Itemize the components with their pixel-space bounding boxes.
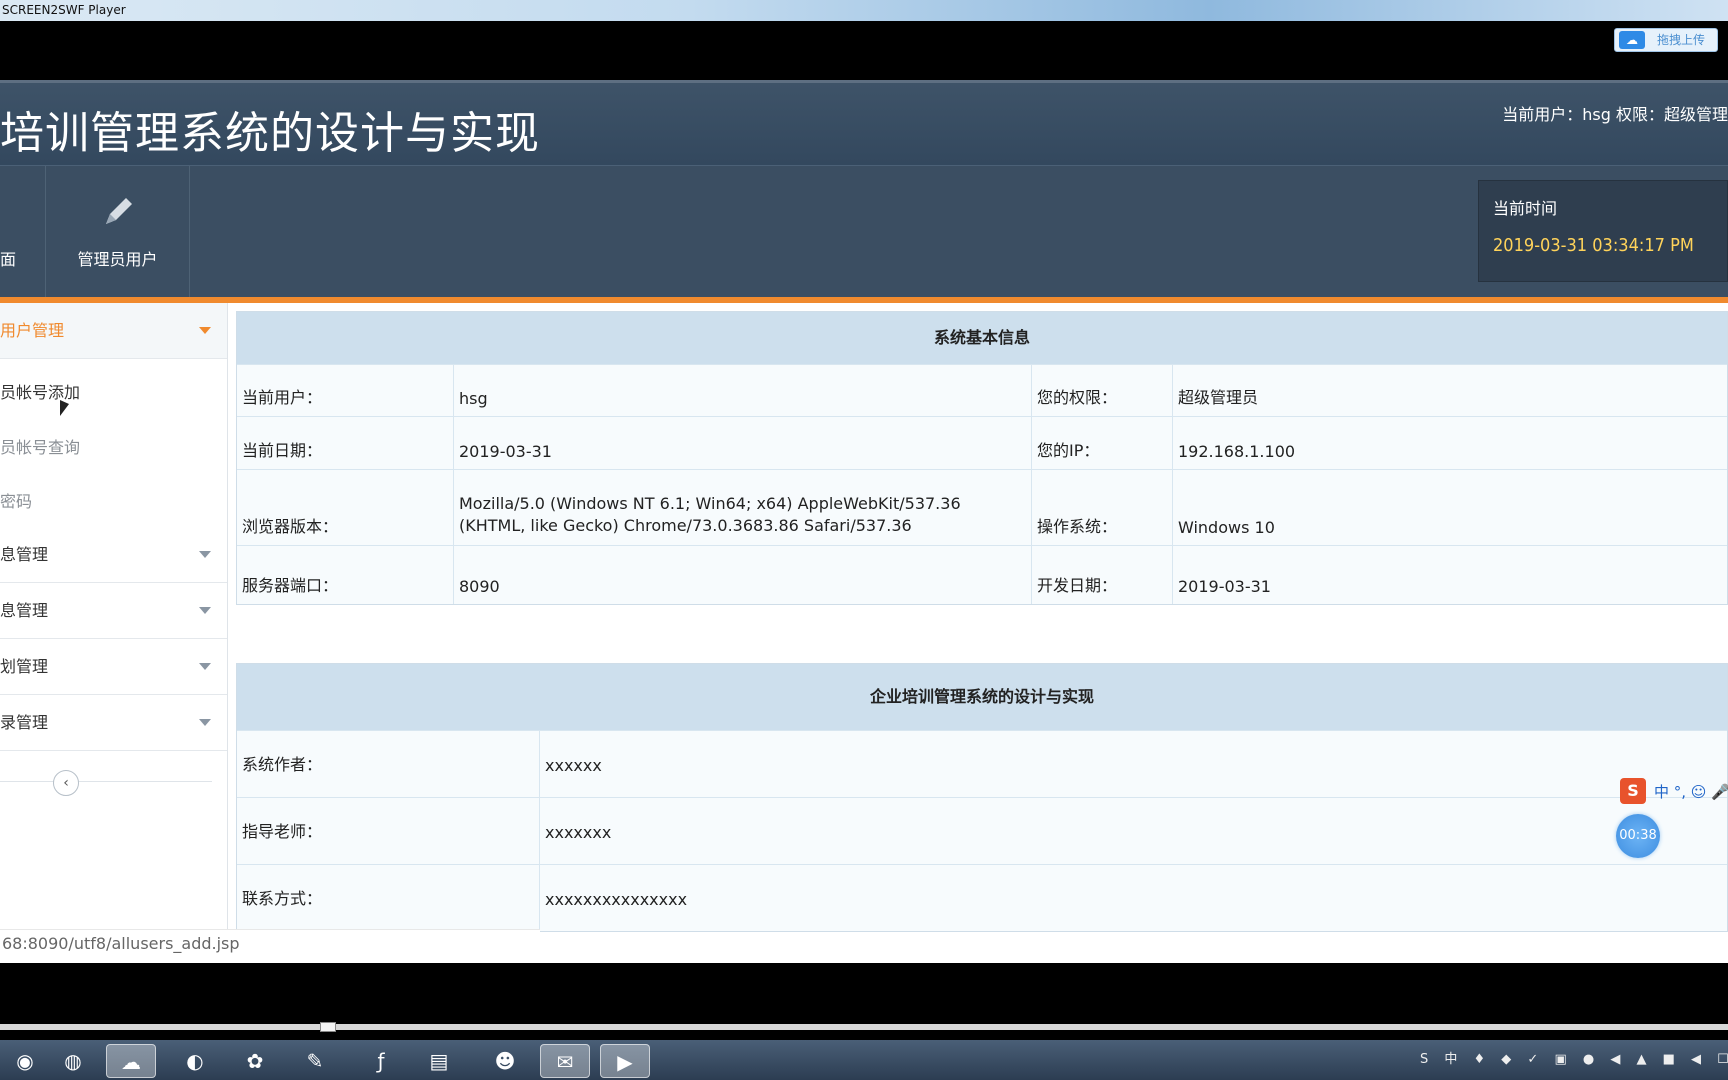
ime-status: 中 °, ☺ 🎤 — [1654, 783, 1728, 801]
status-bar-url: 68:8090/utf8/allusers_add.jsp — [0, 929, 540, 957]
nav-item-home[interactable]: 面 — [0, 166, 46, 298]
sidebar-group-4[interactable]: 划管理 — [0, 639, 227, 695]
progress-thumb[interactable] — [320, 1022, 336, 1032]
table-row: 浏览器版本： Mozilla/5.0 (Windows NT 6.1; Win6… — [237, 469, 1727, 545]
upload-button[interactable]: ☁ 拖拽上传 — [1614, 28, 1718, 52]
nav-item-label: 管理员用户 — [77, 250, 158, 269]
chrome-icon[interactable]: ◉ — [0, 1044, 50, 1078]
page-title: 培训管理系统的设计与实现 — [0, 108, 540, 159]
sidebar-item-password[interactable]: 密码 — [0, 488, 32, 512]
info-value: hsg — [459, 389, 488, 408]
info-value: 2019-03-31 — [459, 442, 552, 461]
upload-label: 拖拽上传 — [1657, 33, 1706, 47]
screen-recorder-icon[interactable]: ▶ — [600, 1044, 650, 1078]
sidebar-group-3[interactable]: 息管理 — [0, 583, 227, 639]
info-key: 指导老师： — [242, 822, 323, 841]
player-title: SCREEN2SWF Player — [2, 3, 126, 17]
system-info-panel: 系统基本信息 当前用户： hsg 您的权限： 超级管理员 当前日期： 2019-… — [236, 311, 1728, 605]
chevron-left-icon[interactable]: ‹ — [53, 770, 79, 796]
info-value: 192.168.1.100 — [1178, 442, 1296, 461]
chevron-down-icon — [199, 327, 211, 334]
nav-item-admin-users[interactable]: 管理员用户 — [46, 166, 190, 298]
info-value: xxxxxx — [545, 756, 602, 775]
app-header: 培训管理系统的设计与实现 当前用户：hsg 权限：超级管理 — [0, 80, 1728, 165]
notepad-icon[interactable]: ✎ — [290, 1044, 340, 1078]
sidebar-group-label: 用户管理 — [0, 321, 65, 340]
sidebar-item-account-query[interactable]: 员帐号查询 — [0, 434, 80, 458]
qq-icon[interactable]: ☻ — [480, 1044, 530, 1078]
wechat-icon[interactable]: ✉ — [540, 1044, 590, 1078]
table-row: 联系方式： xxxxxxxxxxxxxxx — [237, 864, 1727, 931]
time-label: 当前时间 — [1493, 199, 1558, 218]
sogou-icon: S — [1620, 778, 1646, 804]
info-value: xxxxxxx — [545, 823, 612, 842]
chevron-down-icon — [199, 551, 211, 558]
time-value: 2019-03-31 03:34:17 PM — [1493, 235, 1694, 256]
baidu-cloud-icon: ☁ — [1619, 31, 1645, 49]
panel-title: 系统基本信息 — [237, 312, 1727, 364]
nav-item-label: 面 — [0, 250, 17, 269]
info-value: Mozilla/5.0 (Windows NT 6.1; Win64; x64)… — [459, 494, 961, 535]
eclipse-icon[interactable]: ◍ — [48, 1044, 98, 1078]
recording-timer[interactable]: 00:38 — [1616, 814, 1660, 858]
sidebar-group-label: 息管理 — [0, 601, 49, 620]
table-row: 服务器端口： 8090 开发日期： 2019-03-31 — [237, 545, 1727, 604]
sidebar-group-label: 息管理 — [0, 545, 49, 564]
panel-title: 企业培训管理系统的设计与实现 — [237, 664, 1727, 730]
folder-icon[interactable]: ▤ — [414, 1044, 464, 1078]
sidebar-group-2[interactable]: 息管理 — [0, 527, 227, 583]
current-user-info: 当前用户：hsg 权限：超级管理 — [1502, 105, 1728, 124]
table-row: 系统作者： xxxxxx — [237, 730, 1727, 797]
current-time-panel: 当前时间 2019-03-31 03:34:17 PM — [1478, 180, 1728, 282]
player-control-area — [0, 963, 1728, 1043]
info-value: xxxxxxxxxxxxxxx — [545, 890, 688, 909]
table-row: 当前用户： hsg 您的权限： 超级管理员 — [237, 364, 1727, 416]
info-key: 当前日期： — [242, 441, 323, 460]
info-value: 8090 — [459, 577, 500, 596]
info-key: 联系方式： — [242, 889, 323, 908]
info-key: 服务器端口： — [242, 576, 339, 595]
green-app-icon[interactable]: ✿ — [230, 1044, 280, 1078]
table-row: 当前日期： 2019-03-31 您的IP： 192.168.1.100 — [237, 416, 1727, 469]
info-key: 系统作者： — [242, 755, 323, 774]
sidebar-group-label: 划管理 — [0, 657, 49, 676]
progress-track[interactable] — [0, 1024, 1728, 1030]
info-key: 开发日期： — [1037, 576, 1118, 595]
sidebar-group-label: 录管理 — [0, 713, 49, 732]
flash-icon[interactable]: ƒ — [356, 1044, 406, 1078]
chevron-down-icon — [199, 663, 211, 670]
table-row: 指导老师： xxxxxxx — [237, 797, 1727, 864]
sidebar-group-user-management[interactable]: 用户管理 — [0, 303, 227, 359]
info-key: 浏览器版本： — [242, 517, 339, 536]
chevron-down-icon — [199, 719, 211, 726]
sidebar: 用户管理 员帐号添加 员帐号查询 密码 息管理 息管理 划管理 录管理 ‹ — [0, 303, 228, 933]
main-content: 用户管理 员帐号添加 员帐号查询 密码 息管理 息管理 划管理 录管理 ‹ 系统… — [0, 303, 1728, 963]
project-info-panel: 企业培训管理系统的设计与实现 系统作者： xxxxxx 指导老师： xxxxxx… — [236, 663, 1728, 932]
ime-toolbar[interactable]: S 中 °, ☺ 🎤 — [1616, 776, 1728, 806]
sidebar-divider — [0, 781, 212, 782]
player-title-bar: SCREEN2SWF Player — [0, 0, 1728, 21]
info-key: 操作系统： — [1037, 517, 1118, 536]
mouse-cursor-icon — [60, 400, 69, 416]
top-nav: 面 管理员用户 当前时间 2019-03-31 03:34:17 PM — [0, 165, 1728, 298]
info-key: 您的IP： — [1037, 441, 1100, 460]
system-tray[interactable]: S 中 ♦ ◆ ✓ ▣ ● ◀ ▲ ■ ◀ ☐ — [1420, 1048, 1728, 1072]
windows-taskbar: ◉ ◍ ☁ ◐ ✿ ✎ ƒ ▤ ☻ ✉ ▶ S 中 ♦ ◆ ✓ ▣ ● ◀ ▲ … — [0, 1040, 1728, 1080]
pencil-icon — [105, 198, 132, 224]
baidu-cloud-icon[interactable]: ☁ — [106, 1044, 156, 1078]
info-value: 超级管理员 — [1178, 388, 1259, 407]
info-value: Windows 10 — [1178, 518, 1275, 537]
chevron-down-icon — [199, 607, 211, 614]
info-value: 2019-03-31 — [1178, 577, 1271, 596]
info-key: 当前用户： — [242, 388, 323, 407]
info-key: 您的权限： — [1037, 388, 1118, 407]
sidebar-group-5[interactable]: 录管理 — [0, 695, 227, 751]
browser-icon[interactable]: ◐ — [170, 1044, 220, 1078]
